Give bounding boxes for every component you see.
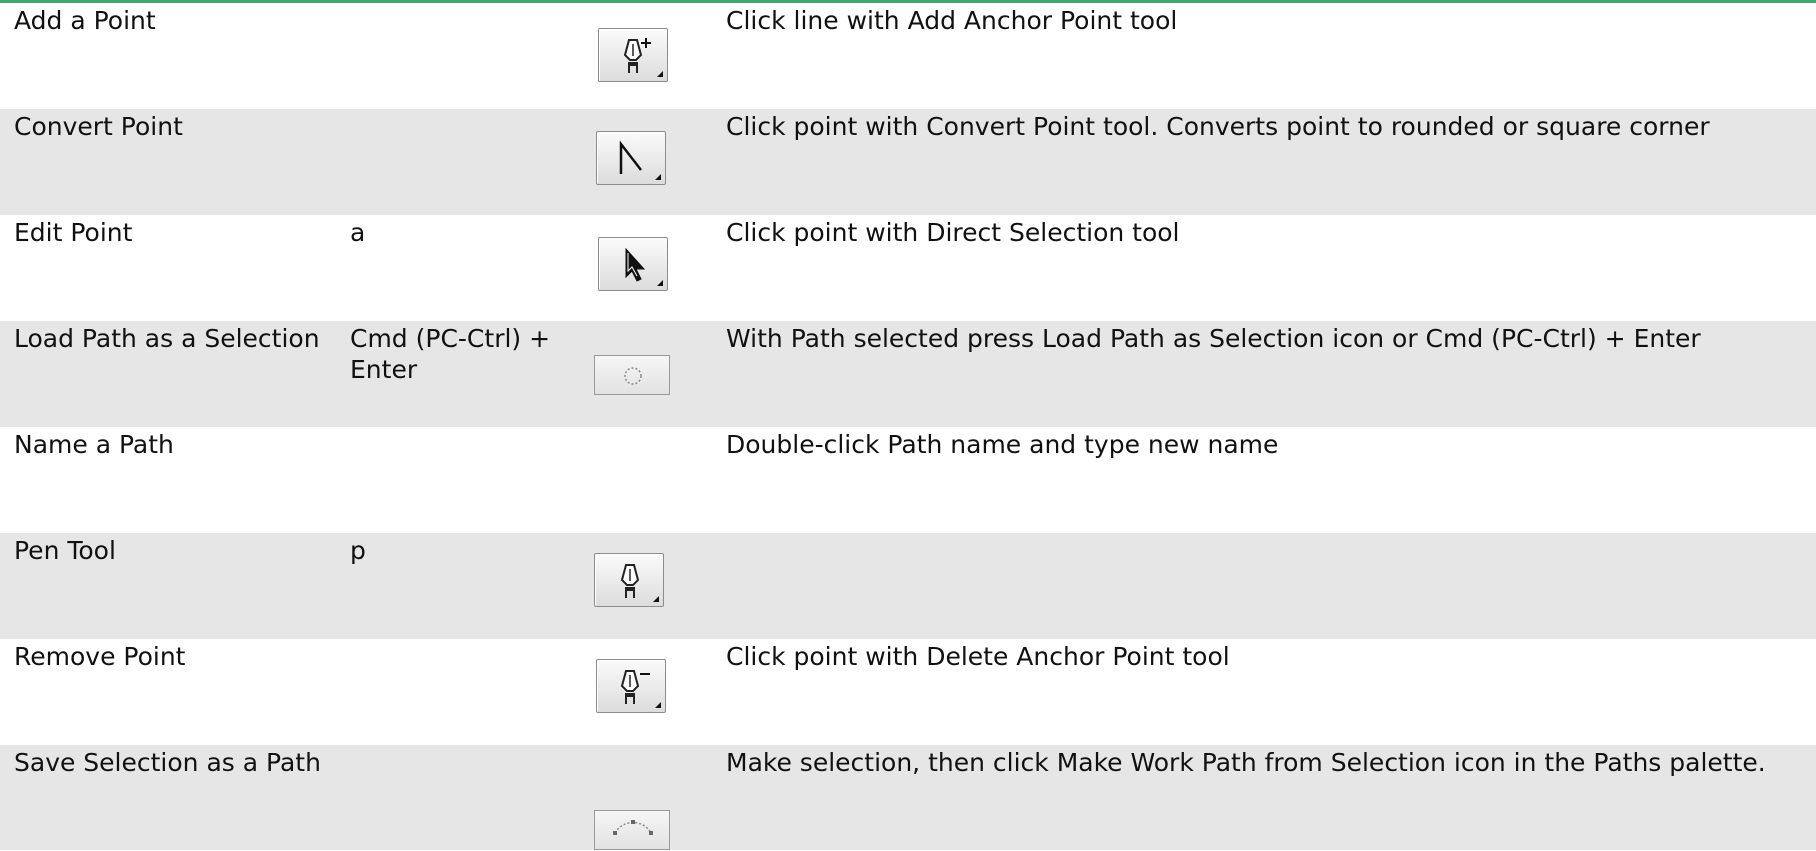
description-cell: Click point with Convert Point tool. Con… bbox=[726, 112, 1710, 141]
shortcut-table: Add a Point Click line with Add Anchor P… bbox=[0, 3, 1816, 850]
delete-anchor-point-tool-button[interactable] bbox=[596, 659, 666, 713]
make-work-path-icon bbox=[613, 820, 653, 835]
task-cell: Edit Point bbox=[14, 218, 133, 247]
table-row: Name a Path Double-click Path name and t… bbox=[0, 427, 1816, 533]
task-cell: Pen Tool bbox=[14, 536, 116, 565]
table-row: Add a Point Click line with Add Anchor P… bbox=[0, 3, 1816, 109]
load-path-as-selection-icon bbox=[624, 367, 642, 385]
shortcut-cell: Cmd (PC-Ctrl) + Enter bbox=[350, 324, 551, 384]
direct-selection-tool-button[interactable] bbox=[598, 237, 668, 291]
table-row: Edit Point a Click point with Direct Sel… bbox=[0, 215, 1816, 321]
task-cell: Save Selection as a Path bbox=[14, 748, 321, 777]
description-cell: Make selection, then click Make Work Pat… bbox=[726, 748, 1766, 777]
task-cell: Remove Point bbox=[14, 642, 186, 671]
description-cell: Click point with Direct Selection tool bbox=[726, 218, 1180, 247]
table-row: Load Path as a Selection Cmd (PC-Ctrl) +… bbox=[0, 321, 1816, 427]
description-cell: Double-click Path name and type new name bbox=[726, 430, 1279, 459]
table-row: Pen Tool p bbox=[0, 533, 1816, 639]
add-anchor-point-tool-button[interactable] bbox=[598, 28, 668, 82]
description-cell: With Path selected press Load Path as Se… bbox=[726, 324, 1701, 353]
description-cell: Click point with Delete Anchor Point too… bbox=[726, 642, 1230, 671]
description-cell: Click line with Add Anchor Point tool bbox=[726, 6, 1178, 35]
task-cell: Load Path as a Selection bbox=[14, 324, 320, 353]
shortcut-cell: p bbox=[350, 536, 366, 565]
task-cell: Name a Path bbox=[14, 430, 174, 459]
load-path-as-selection-button[interactable] bbox=[594, 355, 670, 395]
table-row: Remove Point Click point with Delete Anc… bbox=[0, 639, 1816, 745]
shortcut-cell: a bbox=[350, 218, 366, 247]
make-work-path-button[interactable] bbox=[594, 810, 670, 850]
task-cell: Add a Point bbox=[14, 6, 156, 35]
table-row: Convert Point Click point with Convert P… bbox=[0, 109, 1816, 215]
table-row: Save Selection as a Path Make selection,… bbox=[0, 745, 1816, 850]
convert-point-tool-button[interactable] bbox=[596, 131, 666, 185]
task-cell: Convert Point bbox=[14, 112, 183, 141]
pen-tool-button[interactable] bbox=[594, 553, 664, 607]
